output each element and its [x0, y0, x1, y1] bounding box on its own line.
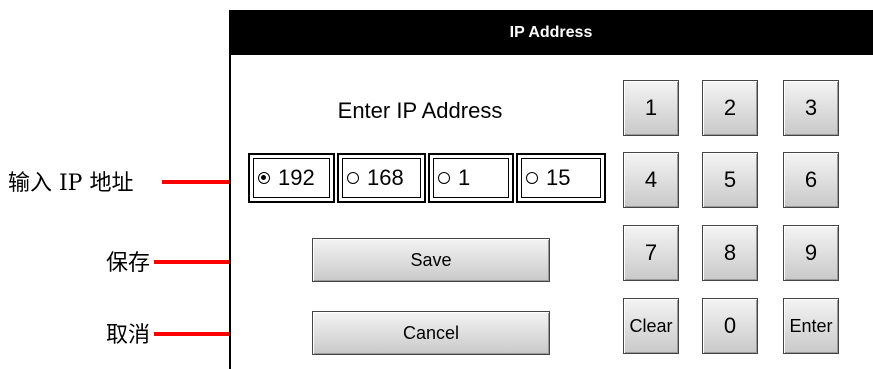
- key-6[interactable]: 6: [783, 152, 839, 208]
- key-enter[interactable]: Enter: [783, 298, 839, 354]
- ip-input-annotation: 输入 IP 地址: [8, 171, 134, 196]
- ip-octet-3[interactable]: 1: [428, 153, 514, 203]
- cancel-annotation: 取消: [106, 323, 151, 348]
- key-4[interactable]: 4: [623, 152, 679, 208]
- key-3[interactable]: 3: [783, 80, 839, 136]
- key-9[interactable]: 9: [783, 225, 839, 281]
- ip-octet-4-value: 15: [546, 165, 571, 190]
- dialog-title: IP Address: [229, 10, 873, 55]
- radio-icon: [347, 172, 359, 184]
- key-5[interactable]: 5: [702, 152, 758, 208]
- ip-octet-3-value: 1: [458, 165, 471, 190]
- radio-icon: [526, 172, 538, 184]
- key-8[interactable]: 8: [702, 225, 758, 281]
- radio-selected-icon: [258, 172, 270, 184]
- key-clear[interactable]: Clear: [623, 298, 679, 354]
- ip-octet-2-value: 168: [367, 165, 404, 190]
- ip-octet-4[interactable]: 15: [516, 153, 606, 203]
- ip-input-arrow: [162, 180, 236, 184]
- cancel-button[interactable]: Cancel: [312, 311, 550, 355]
- key-7[interactable]: 7: [623, 225, 679, 281]
- key-2[interactable]: 2: [702, 80, 758, 136]
- ip-octet-1-value: 192: [278, 165, 315, 190]
- key-0[interactable]: 0: [702, 298, 758, 354]
- enter-ip-prompt: Enter IP Address: [337, 98, 503, 123]
- ip-octet-2[interactable]: 168: [337, 153, 426, 203]
- save-button[interactable]: Save: [312, 238, 550, 282]
- save-annotation: 保存: [106, 251, 151, 276]
- ip-octet-1[interactable]: 192: [248, 153, 335, 203]
- key-1[interactable]: 1: [623, 80, 679, 136]
- radio-icon: [438, 172, 450, 184]
